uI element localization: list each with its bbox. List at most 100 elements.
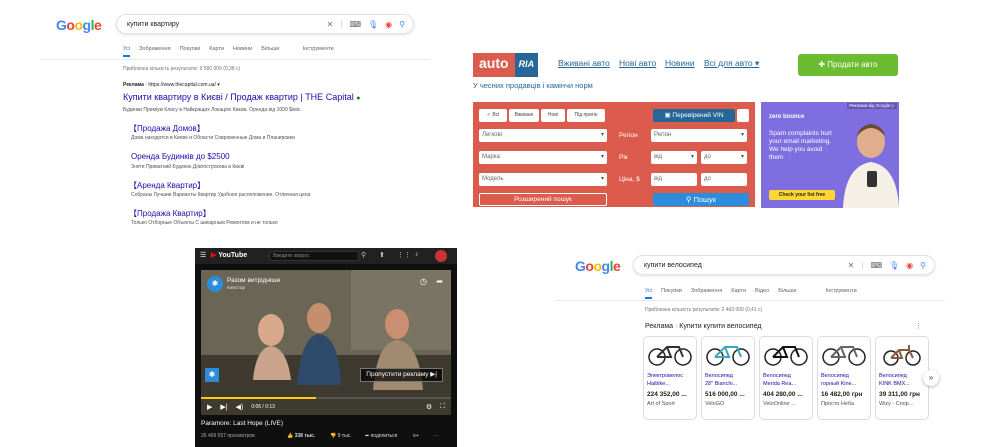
tab-used[interactable]: Вживані — [509, 109, 539, 122]
product-card[interactable]: Велосипед Merida Rea... 404 280,00 ... Ve… — [759, 336, 813, 420]
menu-icon[interactable]: ☰ — [200, 251, 206, 259]
youtube-logo[interactable]: ▶ YouTube — [211, 251, 247, 259]
search-box[interactable]: купити велосипед ✕ | ⌨ 🎙 ◉ ⚲ — [633, 255, 935, 275]
product-card[interactable]: Велосипед KINK BMX... 39 311,00 грн Wizy … — [875, 336, 929, 420]
product-card[interactable]: Электровелос Haibike... 224 352,00 ... Ar… — [643, 336, 697, 420]
sitelink-title[interactable]: 【Аренда Квартир】 — [129, 180, 205, 191]
add-to-playlist-icon[interactable]: ≡+ — [413, 433, 419, 439]
search-input[interactable]: Введите запрос — [269, 251, 359, 261]
price-from-input[interactable]: від — [651, 173, 697, 186]
tab-import[interactable]: Під пригін — [567, 109, 605, 122]
tab-all[interactable]: Усі — [645, 288, 653, 299]
skip-ad-button[interactable]: Пропустити рекламу ▶| — [360, 368, 443, 382]
google-logo[interactable]: Google — [56, 17, 102, 33]
microphone-icon[interactable]: 🎙 — [889, 261, 899, 270]
tab-new[interactable]: Нові — [541, 109, 565, 122]
chevron-down-icon: ▾ — [690, 154, 694, 160]
upload-icon[interactable]: ⬆ — [379, 251, 385, 259]
product-card[interactable]: Велосипед 28" Bianchi... 516 000,00 ... V… — [701, 336, 755, 420]
ad-video-title[interactable]: Разом витрідніше — [227, 277, 280, 284]
search-input[interactable]: купити квартиру — [127, 21, 179, 28]
chevron-down-icon: ▾ — [740, 154, 744, 160]
play-icon[interactable]: ▶ — [207, 403, 212, 411]
year-from-select[interactable]: від ▾ — [651, 151, 697, 164]
bell-icon[interactable]: ♪ — [415, 251, 419, 258]
share-icon[interactable]: ➦ — [436, 277, 443, 286]
search-button[interactable]: ⚲ Пошук — [653, 193, 749, 206]
nav-for-cars[interactable]: Всі для авто ▾ — [704, 58, 759, 69]
google-logo[interactable]: Google — [575, 258, 621, 274]
tab-shopping[interactable]: Покупки — [180, 46, 201, 57]
sitelink-title[interactable]: 【Продажа Квартир】 — [129, 208, 211, 219]
tab-maps[interactable]: Карти — [731, 288, 746, 299]
vin-checkbox[interactable] — [737, 109, 749, 122]
tab-tools[interactable]: Інструменти — [826, 288, 857, 299]
tab-news[interactable]: Новини — [233, 46, 252, 57]
camera-icon[interactable]: ◉ — [906, 261, 913, 270]
autoria-logo[interactable]: auto RIA — [473, 53, 539, 77]
carousel-next-button[interactable]: » — [923, 370, 939, 386]
sitelink-desc: Собраны Лучшие Варианты Квартир Удобное … — [131, 192, 311, 198]
vehicle-type-select[interactable]: Легкові ▾ — [479, 129, 607, 142]
chevron-down-icon: ▾ — [740, 132, 744, 138]
search-icon[interactable]: ⚲ — [920, 261, 926, 270]
channel-avatar[interactable]: ✱ — [207, 276, 223, 292]
search-icon[interactable]: ⚲ — [399, 20, 405, 29]
tab-all[interactable]: Усі — [123, 46, 131, 57]
tab-all[interactable]: ✓ Всі — [479, 109, 507, 122]
verified-vin-toggle[interactable]: ▣ Перевірений VIN — [653, 109, 735, 122]
nav-news[interactable]: Новини — [665, 58, 695, 68]
region-select[interactable]: Регіон ▾ — [651, 129, 747, 142]
clock-icon[interactable]: ◷ — [420, 277, 427, 286]
video-player[interactable]: ✱ Разом витрідніше Київстар ◷ ➦ ✱ Пропус… — [201, 270, 451, 415]
product-card[interactable]: Велосипед горный Kine... 16 482,00 грн Пр… — [817, 336, 871, 420]
tab-images[interactable]: Зображення — [139, 46, 170, 57]
more-icon[interactable]: ⋯ — [433, 433, 438, 439]
price-to-input[interactable]: до — [701, 173, 747, 186]
search-box[interactable]: купити квартиру ✕ | ⌨ 🎙 ◉ ⚲ — [116, 14, 414, 34]
keyboard-icon[interactable]: ⌨ — [349, 20, 361, 29]
tab-maps[interactable]: Карти — [209, 46, 224, 57]
microphone-icon[interactable]: 🎙 — [368, 20, 378, 29]
product-shop: Просто Неба — [821, 401, 854, 407]
like-button[interactable]: 👍 338 тыс. — [287, 433, 315, 439]
volume-icon[interactable]: ◀) — [236, 403, 244, 411]
dislike-button[interactable]: 👎 9 тыс. — [330, 433, 352, 439]
ad-title[interactable]: Купити квартиру в Києві / Продаж квартир… — [123, 92, 360, 102]
avatar[interactable] — [435, 250, 447, 262]
tab-more[interactable]: Більше — [261, 46, 279, 57]
tab-shopping[interactable]: Покупки — [661, 288, 682, 299]
nav-new-cars[interactable]: Нові авто — [619, 58, 656, 68]
keyboard-icon[interactable]: ⌨ — [870, 261, 882, 270]
search-input[interactable]: купити велосипед — [644, 262, 702, 269]
sitelink-title[interactable]: Оренда Будинків до $2500 — [131, 152, 230, 161]
clear-icon[interactable]: ✕ — [327, 20, 334, 29]
advertiser-icon[interactable]: ✱ — [205, 368, 219, 382]
ad-cta-button[interactable]: Check your list free — [769, 190, 835, 200]
share-button[interactable]: ➦ поделиться — [365, 433, 397, 439]
tab-video[interactable]: Відео — [755, 288, 769, 299]
zerobounce-ad[interactable]: Реклама від Google ▷ zero bounce Spam co… — [761, 102, 899, 208]
tab-more[interactable]: Більше — [778, 288, 796, 299]
sitelink-title[interactable]: 【Продажа Домов】 — [129, 123, 205, 134]
ad-url[interactable]: · https://www.thecapital.com.ua/ ▾ — [145, 82, 220, 88]
apps-icon[interactable]: ⋮⋮ — [397, 251, 411, 259]
settings-icon[interactable]: ⚙ — [426, 403, 432, 411]
search-icon[interactable]: ⚲ — [361, 251, 366, 259]
shopping-ad-heading: Реклама · Купити купити велосипед — [645, 323, 762, 330]
nav-used-cars[interactable]: Вживані авто — [558, 58, 610, 68]
price-label: Ціна, $ — [619, 176, 640, 183]
tab-tools[interactable]: Інструменти — [303, 46, 334, 57]
next-icon[interactable]: ▶| — [220, 403, 227, 411]
camera-icon[interactable]: ◉ — [385, 20, 392, 29]
advanced-search-button[interactable]: Розширений пошук — [479, 193, 607, 206]
more-options-icon[interactable]: ⋮ — [915, 322, 922, 330]
brand-select[interactable]: Марка ▾ — [479, 151, 607, 164]
video-title[interactable]: Paramore: Last Hope (LIVE) — [201, 420, 283, 427]
tab-images[interactable]: Зображення — [691, 288, 722, 299]
sell-car-button[interactable]: ✚ Продати авто — [798, 54, 898, 76]
clear-icon[interactable]: ✕ — [848, 261, 855, 270]
year-to-select[interactable]: до ▾ — [701, 151, 747, 164]
fullscreen-icon[interactable]: ⛶ — [440, 403, 445, 411]
model-select[interactable]: Модель ▾ — [479, 173, 607, 186]
